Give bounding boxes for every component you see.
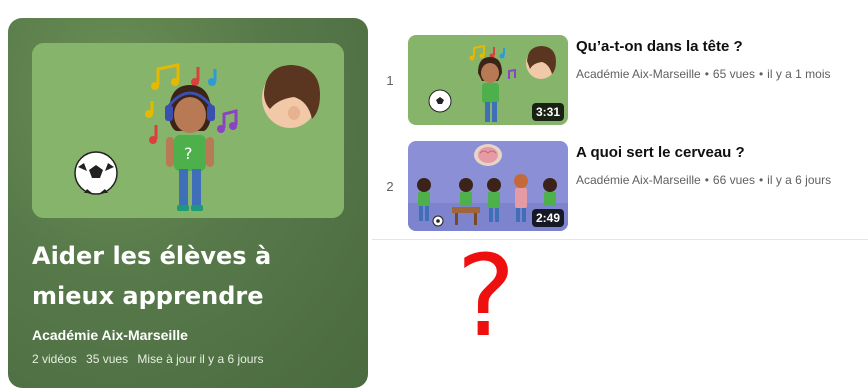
playlist-cover-thumbnail[interactable]: ? <box>32 43 344 218</box>
video-index: 2 <box>386 179 394 194</box>
playlist-header-panel: ? Aider les élèves à mieux apprendre Aca… <box>8 18 368 388</box>
cover-illustration: ? <box>32 43 344 218</box>
video-index: 1 <box>386 73 394 88</box>
video-thumbnail[interactable]: 3:31 <box>408 35 568 125</box>
playlist-views: 35 vues <box>86 352 129 366</box>
video-item[interactable]: 2 2:49 A quoi sert le cerveau ? Académie… <box>372 141 868 233</box>
meta-separator: • <box>758 173 764 187</box>
question-mark-overlay: ? <box>456 232 516 362</box>
meta-separator: • <box>704 173 709 187</box>
video-title[interactable]: Qu’a-t-on dans la tête ? <box>576 38 743 55</box>
meta-separator: • <box>704 67 709 81</box>
playlist-title: Aider les élèves à mieux apprendre <box>32 242 272 310</box>
video-views: 66 vues <box>712 173 755 187</box>
soccer-ball-icon <box>428 89 452 113</box>
video-views: 65 vues <box>712 67 755 81</box>
playlist-meta: 2 vidéos 35 vues Mise à jour il y a 6 jo… <box>32 352 269 366</box>
video-age: il y a 6 jours <box>767 173 832 187</box>
video-item[interactable]: 1 3:31 Qu’a-t-on dans la tête ? Académie… <box>372 35 868 127</box>
playlist-video-count: 2 vidéos <box>32 352 77 366</box>
soccer-ball-icon <box>74 151 118 195</box>
video-thumbnail[interactable]: 2:49 <box>408 141 568 231</box>
meta-separator: • <box>758 67 764 81</box>
video-duration: 2:49 <box>531 209 564 227</box>
video-channel-link[interactable]: Académie Aix-Marseille <box>576 173 701 187</box>
profile-head-illustration <box>526 46 556 79</box>
video-meta: Académie Aix-Marseille • 65 vues • il y a 1 … <box>576 67 831 81</box>
video-title[interactable]: A quoi sert le cerveau ? <box>576 144 745 161</box>
playlist-channel-link[interactable]: Académie Aix-Marseille <box>32 327 188 343</box>
video-meta: Académie Aix-Marseille • 66 vues • il y a 6 … <box>576 173 831 187</box>
video-duration: 3:31 <box>531 103 564 121</box>
playlist-updated: Mise à jour il y a 6 jours <box>137 352 264 366</box>
video-channel-link[interactable]: Académie Aix-Marseille <box>576 67 701 81</box>
brain-icon <box>474 144 502 166</box>
video-age: il y a 1 mois <box>767 67 831 81</box>
svg-text:?: ? <box>184 144 193 163</box>
soccer-ball-icon <box>432 215 444 227</box>
